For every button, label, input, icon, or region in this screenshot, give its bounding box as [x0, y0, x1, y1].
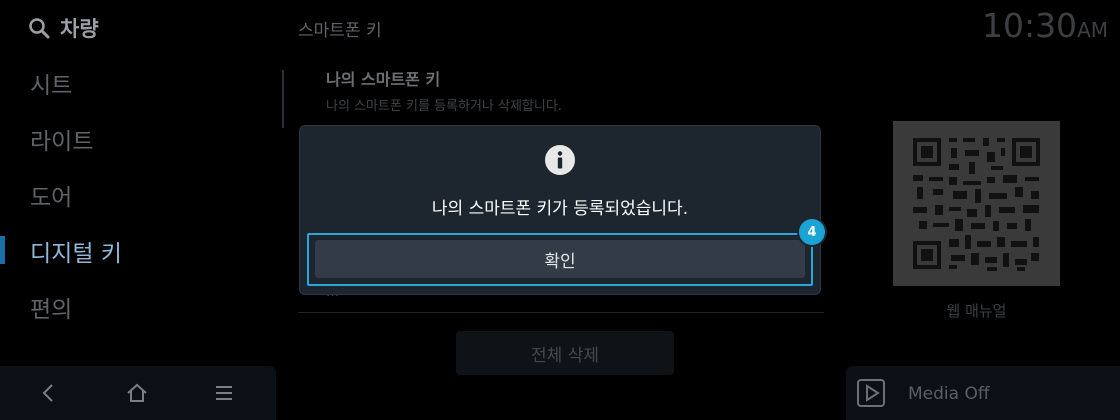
play-icon[interactable] [856, 378, 886, 408]
search-icon [29, 18, 50, 39]
divider [298, 312, 824, 313]
clock-ampm: AM [1077, 18, 1108, 42]
step-badge: 4 [799, 219, 825, 245]
qr-code[interactable] [893, 121, 1060, 286]
delete-all-button[interactable]: 전체 삭제 [456, 331, 674, 375]
dialog-message: 나의 스마트폰 키가 등록되었습니다. [431, 199, 689, 219]
back-icon [42, 384, 53, 402]
section-title: 나의 스마트폰 키 [326, 70, 441, 89]
breadcrumb: 스마트폰 키 [298, 21, 382, 41]
media-status: Media Off [908, 384, 990, 404]
sidebar-item-seat[interactable]: 시트 [30, 66, 72, 100]
search-bar[interactable]: 차량 [28, 12, 99, 44]
search-label: 차량 [60, 17, 99, 41]
sidebar-item-door[interactable]: 도어 [30, 178, 72, 212]
menu-icon [216, 386, 232, 400]
section-description: 나의 스마트폰 키를 등록하거나 삭제합니다. [326, 99, 562, 114]
qr-code-image [913, 138, 1040, 271]
scroll-indicator [282, 70, 284, 128]
qr-caption: 웹 매뉴얼 [946, 302, 1007, 320]
menu-button[interactable] [209, 378, 239, 408]
clock-time: 10:30 [981, 6, 1078, 45]
sidebar-item-digital-key[interactable]: 디지털 키 [30, 234, 122, 268]
ok-button[interactable]: 확인 [315, 240, 805, 278]
home-icon [127, 383, 147, 402]
home-button[interactable] [122, 378, 152, 408]
sidebar-item-convenience[interactable]: 편의 [30, 290, 72, 324]
back-button[interactable] [33, 378, 63, 408]
bottom-nav [0, 366, 276, 420]
active-indicator [0, 236, 5, 264]
sidebar-item-light[interactable]: 라이트 [30, 122, 93, 156]
clock: 10:30AM [982, 6, 1108, 45]
info-icon [545, 145, 575, 175]
